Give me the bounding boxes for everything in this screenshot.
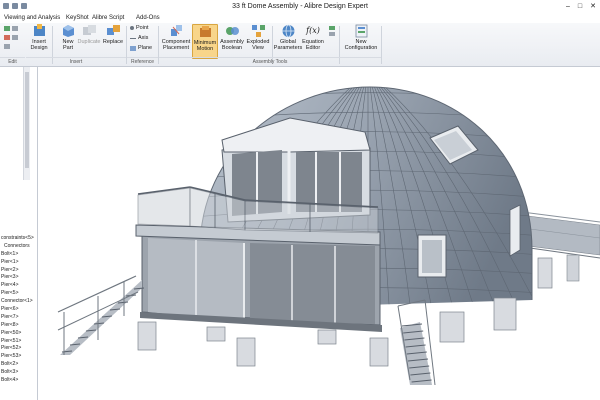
- design-tree: constraints<5> Connectors Bolt<1> Pier<1…: [0, 235, 37, 385]
- minimum-motion-icon: [198, 25, 213, 39]
- new-part-icon: [61, 24, 76, 38]
- insert-design-label: Insert Design: [30, 39, 48, 51]
- 3d-viewport[interactable]: [38, 67, 600, 400]
- paste-icon: [4, 44, 10, 49]
- duplicate-button[interactable]: Duplicate: [78, 24, 100, 57]
- assembly-boolean-label: Assembly Boolean: [220, 39, 244, 51]
- design-explorer-panel: constraints<5> Connectors Bolt<1> Pier<1…: [0, 67, 38, 400]
- new-part-button[interactable]: New Part: [58, 24, 78, 57]
- group-label-insert: Insert: [26, 57, 126, 66]
- tree-item[interactable]: Pier<52>: [0, 345, 37, 353]
- new-part-label: New Part: [62, 39, 74, 51]
- edit-small-icon-3[interactable]: [4, 44, 10, 49]
- insert-design-icon: [32, 24, 47, 38]
- minimum-motion-button[interactable]: Minimum Motion: [192, 24, 218, 59]
- separator: [381, 26, 382, 64]
- function-icon: f(x): [306, 26, 320, 35]
- tree-item[interactable]: Pier<3>: [0, 274, 37, 282]
- maximize-icon[interactable]: □: [578, 0, 582, 13]
- configuration-icon: [328, 24, 336, 38]
- replace-label: Replace: [102, 39, 124, 45]
- equation-editor-button[interactable]: f(x) Equation Editor: [301, 24, 325, 57]
- axis-label: Axis: [138, 35, 149, 41]
- panel-scrollbar[interactable]: [23, 67, 30, 180]
- delete-icon: [4, 35, 10, 40]
- component-placement-label: Component Placement: [161, 39, 191, 51]
- checkmark-icon: [4, 26, 10, 31]
- assembly-boolean-button[interactable]: Assembly Boolean: [218, 24, 246, 57]
- dome-window-side: [509, 204, 521, 257]
- plane-button[interactable]: Plane: [130, 45, 152, 51]
- tree-item[interactable]: Bolt<2>: [0, 361, 37, 369]
- tree-item[interactable]: Pier<1>: [0, 259, 37, 267]
- tree-item[interactable]: Connectors: [0, 243, 37, 251]
- plane-icon: [130, 45, 136, 51]
- right-staircase: [397, 299, 436, 386]
- copy-icon: [12, 26, 18, 31]
- menu-alibre-script[interactable]: Alibre Script: [92, 13, 124, 23]
- edit-small-icon-2[interactable]: [4, 35, 18, 40]
- new-configuration-label: New Configuration: [344, 39, 378, 51]
- lower-enclosure: [140, 229, 382, 332]
- group-label-reference: Reference: [127, 57, 158, 66]
- left-staircase: [57, 275, 145, 355]
- tree-item[interactable]: constraints<5>: [0, 235, 37, 243]
- tree-item[interactable]: Pier<7>: [0, 314, 37, 322]
- ribbon: Insert Design New Part Duplicate Replace…: [0, 23, 600, 67]
- axis-icon: [130, 37, 136, 39]
- insert-design-button[interactable]: Insert Design: [28, 24, 50, 57]
- component-placement-icon: [169, 24, 184, 38]
- replace-button[interactable]: Replace: [102, 24, 124, 57]
- new-configuration-button[interactable]: New Configuration: [343, 24, 379, 57]
- tree-item[interactable]: Pier<53>: [0, 353, 37, 361]
- replace-icon: [106, 24, 121, 38]
- group-label-assembly-tools: Assembly Tools: [159, 57, 381, 66]
- group-label-edit: Edit: [0, 57, 25, 66]
- component-placement-button[interactable]: Component Placement: [161, 24, 191, 57]
- menu-bar: Viewing and Analysis KeyShot Alibre Scri…: [0, 13, 600, 23]
- menu-keyshot[interactable]: KeyShot: [66, 13, 89, 23]
- close-icon[interactable]: ✕: [590, 0, 596, 13]
- menu-add-ons[interactable]: Add-Ons: [136, 13, 160, 23]
- duplicate-icon: [82, 24, 97, 38]
- tree-item[interactable]: Pier<50>: [0, 330, 37, 338]
- global-parameters-label: Global Parameters: [273, 39, 303, 51]
- menu-viewing-analysis[interactable]: Viewing and Analysis: [4, 13, 60, 23]
- point-label: Point: [136, 25, 149, 31]
- cut-icon: [12, 35, 18, 40]
- new-configuration-icon: [354, 24, 369, 38]
- duplicate-label: Duplicate: [77, 39, 101, 45]
- tree-item[interactable]: Pier<8>: [0, 322, 37, 330]
- title-bar: 33 ft Dome Assembly - Alibre Design Expe…: [0, 0, 600, 13]
- global-parameters-button[interactable]: Global Parameters: [273, 24, 303, 57]
- scrollbar-thumb[interactable]: [25, 72, 29, 168]
- point-icon: [130, 26, 134, 30]
- minimum-motion-label: Minimum Motion: [193, 40, 217, 52]
- equation-editor-label: Equation Editor: [302, 39, 324, 51]
- point-button[interactable]: Point: [130, 25, 149, 31]
- small-tool-button[interactable]: [327, 24, 337, 57]
- tree-item[interactable]: Connector<1>: [0, 298, 37, 306]
- exploded-view-icon: [251, 24, 266, 38]
- assembly-boolean-icon: [225, 24, 240, 38]
- axis-button[interactable]: Axis: [130, 35, 148, 41]
- tree-item[interactable]: Pier<2>: [0, 267, 37, 275]
- exploded-view-label: Exploded View: [246, 39, 270, 51]
- global-parameters-icon: [281, 24, 296, 38]
- tree-item[interactable]: Bolt<1>: [0, 251, 37, 259]
- dome-window-right: [417, 234, 447, 278]
- tree-item[interactable]: Pier<6>: [0, 306, 37, 314]
- window-title: 33 ft Dome Assembly - Alibre Design Expe…: [232, 3, 368, 10]
- minimize-icon[interactable]: –: [566, 0, 570, 13]
- tree-item[interactable]: Pier<5>: [0, 290, 37, 298]
- tree-item[interactable]: Pier<4>: [0, 282, 37, 290]
- exploded-view-button[interactable]: Exploded View: [246, 24, 270, 57]
- edit-small-icon-1[interactable]: [4, 26, 18, 31]
- tree-item[interactable]: Bolt<3>: [0, 369, 37, 377]
- plane-label: Plane: [138, 45, 153, 51]
- tree-item[interactable]: Pier<51>: [0, 338, 37, 346]
- window-controls: – □ ✕: [566, 0, 596, 13]
- dome-assembly-model[interactable]: [38, 67, 600, 400]
- tree-item[interactable]: Bolt<4>: [0, 377, 37, 385]
